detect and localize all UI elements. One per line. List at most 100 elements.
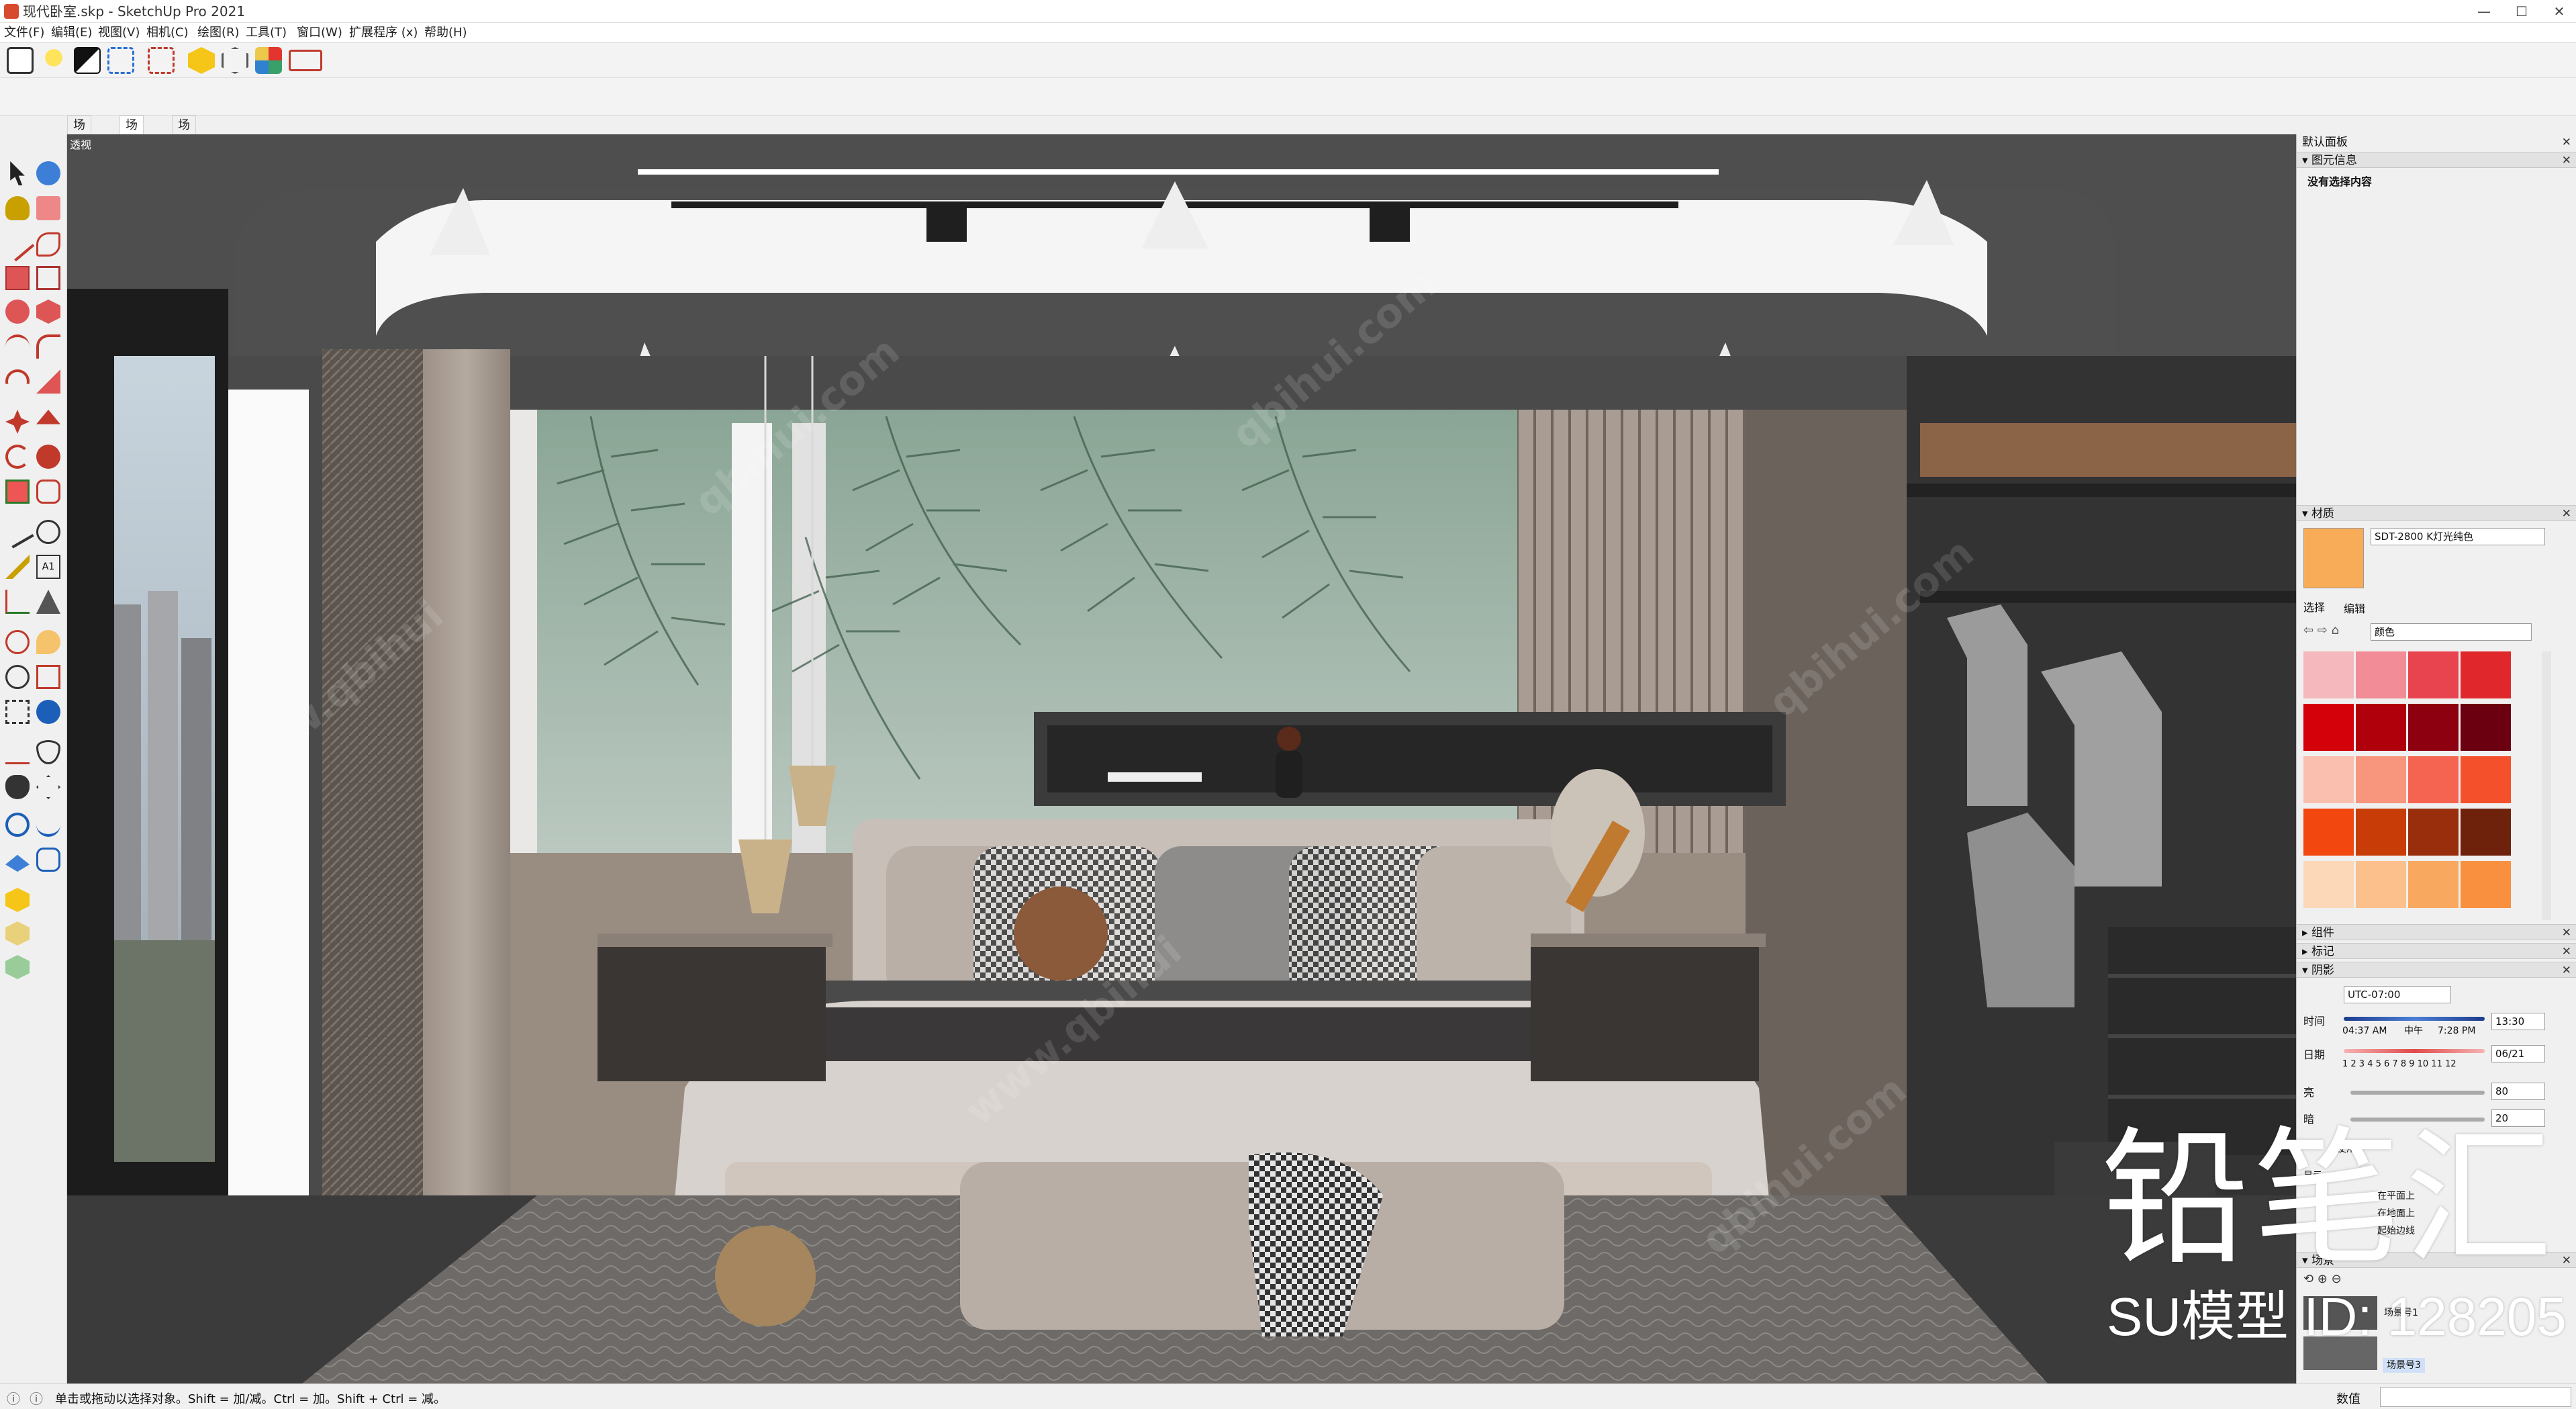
rectangle-icon[interactable] xyxy=(5,266,30,290)
freehand-icon[interactable] xyxy=(36,232,60,257)
menu-tools[interactable]: 工具(T) xyxy=(246,25,287,41)
menu-extensions[interactable]: 扩展程序 (x) xyxy=(349,25,418,41)
three-point-arc-icon[interactable] xyxy=(5,369,30,384)
scale-icon[interactable] xyxy=(5,480,30,504)
color-swatch[interactable] xyxy=(2303,651,2354,698)
dimension-icon[interactable] xyxy=(36,520,60,544)
polygon-icon[interactable] xyxy=(36,300,60,324)
time-value-field[interactable]: 13:30 xyxy=(2491,1013,2545,1030)
color-swatch[interactable] xyxy=(2303,704,2354,751)
color-swatch[interactable] xyxy=(2408,861,2459,908)
tags-header[interactable]: ▸ 标记 ✕ xyxy=(2297,943,2576,959)
paint-icon[interactable] xyxy=(255,47,282,74)
swatch-scrollbar[interactable] xyxy=(2542,651,2551,920)
color-swatch[interactable] xyxy=(2356,861,2406,908)
walk-icon[interactable] xyxy=(5,775,30,799)
color-swatch[interactable] xyxy=(2408,809,2459,856)
share-model-icon[interactable] xyxy=(5,955,30,979)
tab-scene-3[interactable]: 场景号3 xyxy=(120,116,144,189)
follow-me-icon[interactable] xyxy=(36,445,60,469)
color-swatch[interactable] xyxy=(2356,809,2406,856)
color-swatch[interactable] xyxy=(2356,756,2406,803)
material-library-select[interactable]: 颜色 xyxy=(2371,623,2532,641)
orbit-left-icon[interactable] xyxy=(5,630,30,654)
line-pencil-icon[interactable] xyxy=(0,227,35,262)
color-swatch[interactable] xyxy=(2408,651,2459,698)
pie-icon[interactable] xyxy=(36,369,60,394)
push-pull-icon[interactable] xyxy=(36,410,60,424)
tags-close-icon[interactable]: ✕ xyxy=(2562,944,2571,960)
menu-draw[interactable]: 绘图(R) xyxy=(197,25,240,41)
materials-close-icon[interactable]: ✕ xyxy=(2562,506,2571,522)
tab-select[interactable]: 选择 xyxy=(2303,600,2325,615)
look-around-icon[interactable] xyxy=(36,740,60,764)
color-swatch[interactable] xyxy=(2356,704,2406,751)
selected-scene-label[interactable]: 场景号3 xyxy=(2383,1358,2425,1373)
shadows-header[interactable]: ▾ 阴影 ✕ xyxy=(2297,962,2576,978)
entity-info-close-icon[interactable]: ✕ xyxy=(2562,152,2571,169)
materials-header[interactable]: ▾ 材质 ✕ xyxy=(2297,505,2576,521)
menu-file[interactable]: 文件(F) xyxy=(4,25,44,41)
menu-help[interactable]: 帮助(H) xyxy=(424,25,467,41)
date-slider[interactable] xyxy=(2344,1049,2485,1053)
menu-view[interactable]: 视图(V) xyxy=(98,25,140,41)
current-material-swatch[interactable] xyxy=(2303,528,2364,588)
circle-icon[interactable] xyxy=(5,300,30,324)
extension-warehouse-icon[interactable] xyxy=(5,921,30,946)
maximize-button[interactable]: ☐ xyxy=(2503,0,2540,23)
tab-scene-1[interactable]: 场景号1 xyxy=(67,116,91,189)
section-plane-left-icon[interactable] xyxy=(36,775,60,799)
credits-icon[interactable]: ⓘ xyxy=(30,1388,43,1408)
eraser-toolbar-icon[interactable] xyxy=(289,50,322,71)
color-swatch[interactable] xyxy=(2303,861,2354,908)
menu-edit[interactable]: 编辑(E) xyxy=(51,25,92,41)
components-header[interactable]: ▸ 组件 ✕ xyxy=(2297,924,2576,940)
scenes-close-icon[interactable]: ✕ xyxy=(2562,1253,2571,1269)
3d-text-icon[interactable] xyxy=(36,590,60,614)
position-camera-icon[interactable] xyxy=(5,740,30,764)
section-plane-icon[interactable] xyxy=(107,47,134,74)
shadows-close-icon[interactable]: ✕ xyxy=(2562,962,2571,979)
warehouse-icon[interactable] xyxy=(5,888,30,912)
axes-icon[interactable] xyxy=(5,590,30,614)
solid-tools-icon[interactable] xyxy=(222,47,248,74)
previous-view-icon[interactable] xyxy=(36,700,60,724)
drape-icon[interactable] xyxy=(36,848,60,872)
lightbulb-icon[interactable] xyxy=(40,47,67,74)
menu-window[interactable]: 窗口(W) xyxy=(297,25,342,41)
rotated-rect-icon[interactable] xyxy=(36,266,60,290)
paint-bucket-icon[interactable] xyxy=(5,196,30,220)
color-swatch[interactable] xyxy=(2408,756,2459,803)
3d-viewport[interactable]: 透视 xyxy=(67,134,2296,1383)
tape-measure-icon[interactable] xyxy=(1,515,34,549)
color-swatch[interactable] xyxy=(2461,651,2511,698)
tab-edit[interactable]: 编辑 xyxy=(2344,602,2365,617)
zoom-window-icon[interactable] xyxy=(36,665,60,689)
color-swatch[interactable] xyxy=(2303,756,2354,803)
zoom-icon[interactable] xyxy=(5,665,30,689)
new-file-icon[interactable] xyxy=(7,47,34,74)
time-slider[interactable] xyxy=(2344,1017,2485,1021)
info-icon[interactable]: ⓘ xyxy=(7,1388,20,1408)
color-swatch[interactable] xyxy=(2356,651,2406,698)
light-value-field[interactable]: 80 xyxy=(2491,1083,2545,1100)
group-icon[interactable] xyxy=(148,47,175,74)
select-arrow-icon[interactable] xyxy=(10,161,25,185)
components-close-icon[interactable]: ✕ xyxy=(2562,925,2571,941)
component-icon[interactable] xyxy=(188,47,215,74)
color-swatch[interactable] xyxy=(2461,861,2511,908)
date-value-field[interactable]: 06/21 xyxy=(2491,1045,2545,1062)
arc-icon[interactable] xyxy=(5,334,30,359)
color-swatch[interactable] xyxy=(2461,704,2511,751)
color-swatch[interactable] xyxy=(2461,809,2511,856)
select-window-icon[interactable] xyxy=(36,161,60,185)
timezone-select[interactable]: UTC-07:00 xyxy=(2344,986,2451,1003)
color-swatch[interactable] xyxy=(2303,809,2354,856)
minimize-button[interactable]: — xyxy=(2465,0,2503,23)
measurements-box[interactable] xyxy=(2380,1387,2571,1407)
two-point-arc-icon[interactable] xyxy=(36,334,60,359)
material-name-field[interactable]: SDT-2800 K灯光纯色 xyxy=(2371,528,2545,545)
pan-hand-icon[interactable] xyxy=(36,630,60,654)
color-swatch[interactable] xyxy=(2461,756,2511,803)
move-icon[interactable] xyxy=(5,410,30,434)
